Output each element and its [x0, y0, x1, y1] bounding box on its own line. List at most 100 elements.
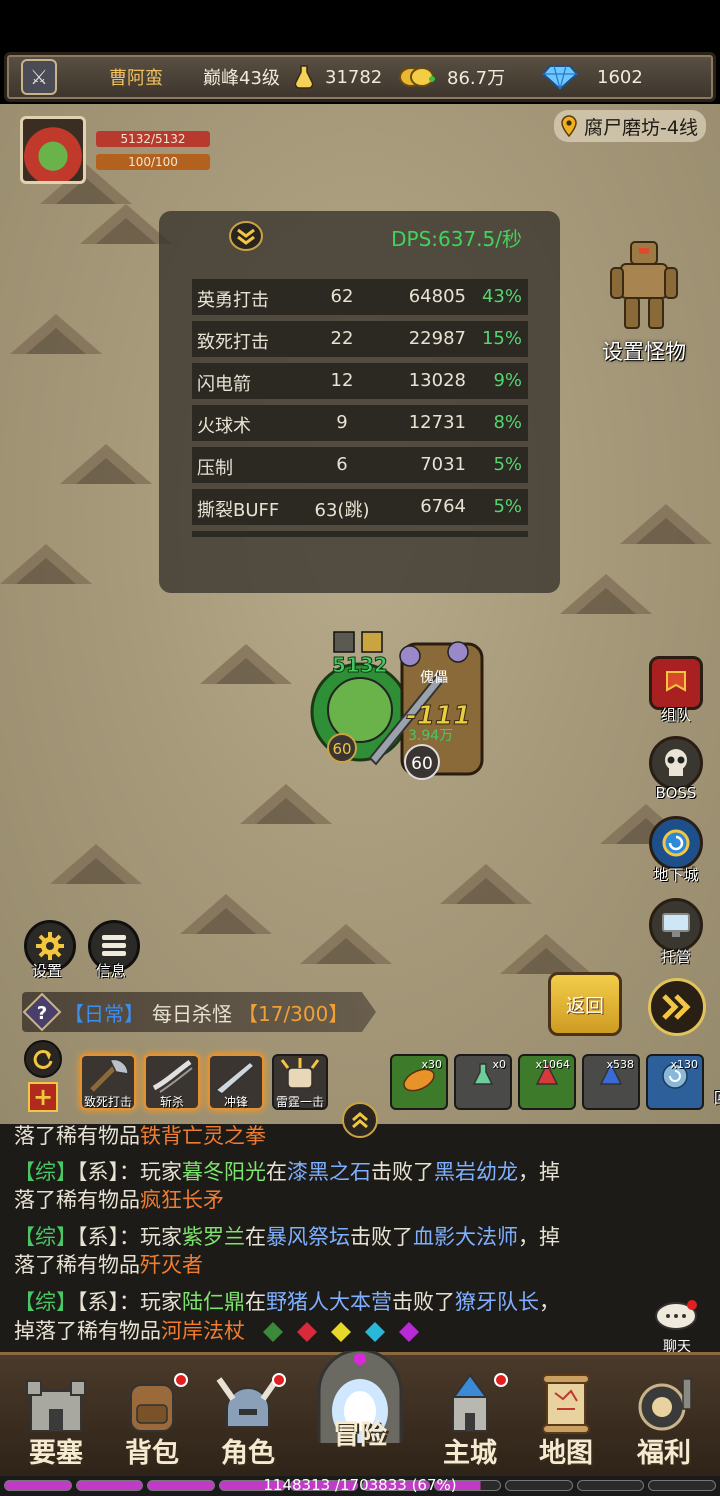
nav-main-city[interactable]: 主城	[424, 1369, 516, 1470]
enemy-hp-text: 3.94万	[408, 728, 453, 744]
skill-hits: 12	[330, 370, 354, 391]
set-monster-button[interactable]: 设置怪物	[596, 238, 692, 366]
item-slot-blue-potion[interactable]: x538 蓝药	[582, 1054, 680, 1110]
chat-text: 落了稀有物品	[14, 1253, 140, 1277]
sword-shield-icon[interactable]: ⚔	[21, 59, 57, 95]
top-black-strip	[0, 0, 720, 50]
enemy-level-text: 60	[411, 754, 433, 774]
mountain-decoration	[180, 894, 272, 934]
item-count: x130	[670, 1058, 698, 1071]
chat-item: 疯狂长矛	[140, 1188, 224, 1212]
notification-dot	[272, 1373, 286, 1387]
skill-slot[interactable]: 致死打击	[80, 1054, 136, 1110]
chat-tag: 【系】	[77, 1160, 119, 1184]
notification-dot	[494, 1373, 508, 1387]
question-diamond-icon: ?	[22, 992, 62, 1032]
return-button[interactable]: 返回	[548, 972, 622, 1036]
auto-manage-label: 托管	[660, 948, 691, 966]
nav-adventure[interactable]: 冒险	[300, 1348, 420, 1452]
item-slot-drink[interactable]: x0 饮料	[454, 1054, 552, 1110]
mountain-decoration	[440, 864, 532, 904]
refresh-icon	[33, 1049, 53, 1069]
item-slot-return[interactable]: x130 回城	[646, 1054, 720, 1110]
chat-text: ：玩家	[119, 1290, 182, 1314]
chat-boss: 黑岩幼龙	[434, 1160, 518, 1184]
dungeon-label: 地下城	[653, 866, 699, 884]
banner-icon	[649, 656, 703, 710]
gear-icon	[36, 932, 64, 960]
chat-tag: 【综】	[14, 1225, 77, 1249]
chat-text: 击败了	[371, 1160, 434, 1184]
hp-bar: 5132/5132	[96, 131, 210, 147]
chat-button[interactable]: 聊天	[652, 1300, 702, 1355]
nav-character[interactable]: 角色	[202, 1369, 294, 1470]
player-level-text: 60	[332, 740, 351, 758]
chat-tag: 【系】	[77, 1225, 119, 1249]
color-diamonds-decoration	[262, 1322, 419, 1342]
chat-bubble-icon	[655, 1300, 697, 1330]
boss-button[interactable]: BOSS	[647, 736, 705, 802]
info-label: 信息	[96, 962, 127, 980]
chat-line: 落了稀有物品疯狂长矛	[14, 1184, 654, 1217]
nav-map[interactable]: 地图	[520, 1369, 612, 1470]
nav-fortress[interactable]: 要塞	[10, 1369, 102, 1470]
skill-percent: 5%	[493, 496, 522, 517]
player-name: 曹阿蛮	[109, 68, 163, 89]
dps-row: 闪电箭 12 13028 9%	[192, 363, 528, 399]
settings-label: 设置	[32, 962, 63, 980]
nav-welfare[interactable]: 福利	[618, 1369, 710, 1470]
item-slot-red-potion[interactable]: x1064 红药	[518, 1054, 616, 1110]
diamond-icon[interactable]	[541, 64, 579, 90]
fast-forward-button[interactable]	[648, 978, 706, 1036]
chat-player: 紫罗兰	[182, 1225, 245, 1249]
battle-scene[interactable]: 5132 傀儡 -111 3.94万 60 60	[310, 630, 500, 790]
chat-expand-button[interactable]	[342, 1102, 378, 1138]
dps-row: 火球术 9 12731 8%	[192, 405, 528, 441]
dungeon-button[interactable]: 地下城	[647, 816, 705, 885]
mountain-decoration	[0, 544, 92, 584]
team-button[interactable]: 组队	[647, 656, 705, 725]
chat-text: ，	[539, 1290, 560, 1314]
nav-bag[interactable]: 背包	[106, 1369, 198, 1470]
daily-quest-tracker[interactable]: ? 【日常】 每日杀怪 【17/300】	[22, 992, 376, 1032]
location-indicator[interactable]: 腐尸磨坊-4线	[554, 110, 706, 142]
chat-tag: 【综】	[14, 1160, 77, 1184]
skill-hits: 22	[330, 328, 354, 349]
skill-slot[interactable]: 冲锋	[208, 1054, 264, 1110]
dps-title: DPS:637.5/秒	[391, 227, 522, 251]
add-skill-button[interactable]: +	[28, 1082, 58, 1112]
item-slot-food[interactable]: x30 食物	[390, 1054, 488, 1110]
player-portrait[interactable]	[20, 116, 86, 184]
chat-log[interactable]: 落了稀有物品铁背亡灵之拳 【综】【系】：玩家暮冬阳光在漆黑之石击败了黑岩幼龙，掉…	[0, 1124, 720, 1354]
charge-icon	[214, 1060, 256, 1095]
golem-icon	[610, 241, 678, 329]
slash-icon	[152, 1059, 193, 1093]
skill-damage: 6764	[420, 496, 466, 517]
chat-tag: 【综】	[14, 1290, 77, 1314]
notification-dot	[174, 1373, 188, 1387]
portal-icon	[649, 816, 703, 870]
skill-damage: 64805	[408, 286, 466, 307]
refresh-button[interactable]	[24, 1040, 62, 1078]
auto-manage-button[interactable]: 托管	[647, 898, 705, 967]
collapse-chevron-icon[interactable]	[229, 221, 263, 251]
skill-damage: 7031	[420, 454, 466, 475]
chat-line: 掉落了稀有物品河岸法杖	[14, 1315, 654, 1348]
power-value: 31782	[325, 66, 383, 88]
skill-hits: 9	[336, 412, 348, 433]
buff-icon	[333, 631, 355, 653]
double-chevron-right-icon	[662, 994, 691, 1020]
chat-text: ，掉	[518, 1160, 560, 1184]
thunder-fist-icon	[280, 1058, 320, 1089]
skill-slot[interactable]: 雷霆一击	[272, 1054, 328, 1110]
boss-label: BOSS	[655, 784, 697, 802]
chat-text: 击败了	[392, 1290, 455, 1314]
dps-row: 英勇打击 62 64805 43%	[192, 279, 528, 315]
chat-text: 落了稀有物品	[14, 1124, 140, 1148]
gold-coins-icon[interactable]	[397, 64, 437, 90]
player-hp-popup: 5132	[332, 653, 388, 677]
chat-text: 落了稀有物品	[14, 1188, 140, 1212]
chat-boss: 血影大法师	[413, 1225, 518, 1249]
skill-slot[interactable]: 斩杀	[144, 1054, 200, 1110]
skull-icon	[649, 736, 703, 790]
